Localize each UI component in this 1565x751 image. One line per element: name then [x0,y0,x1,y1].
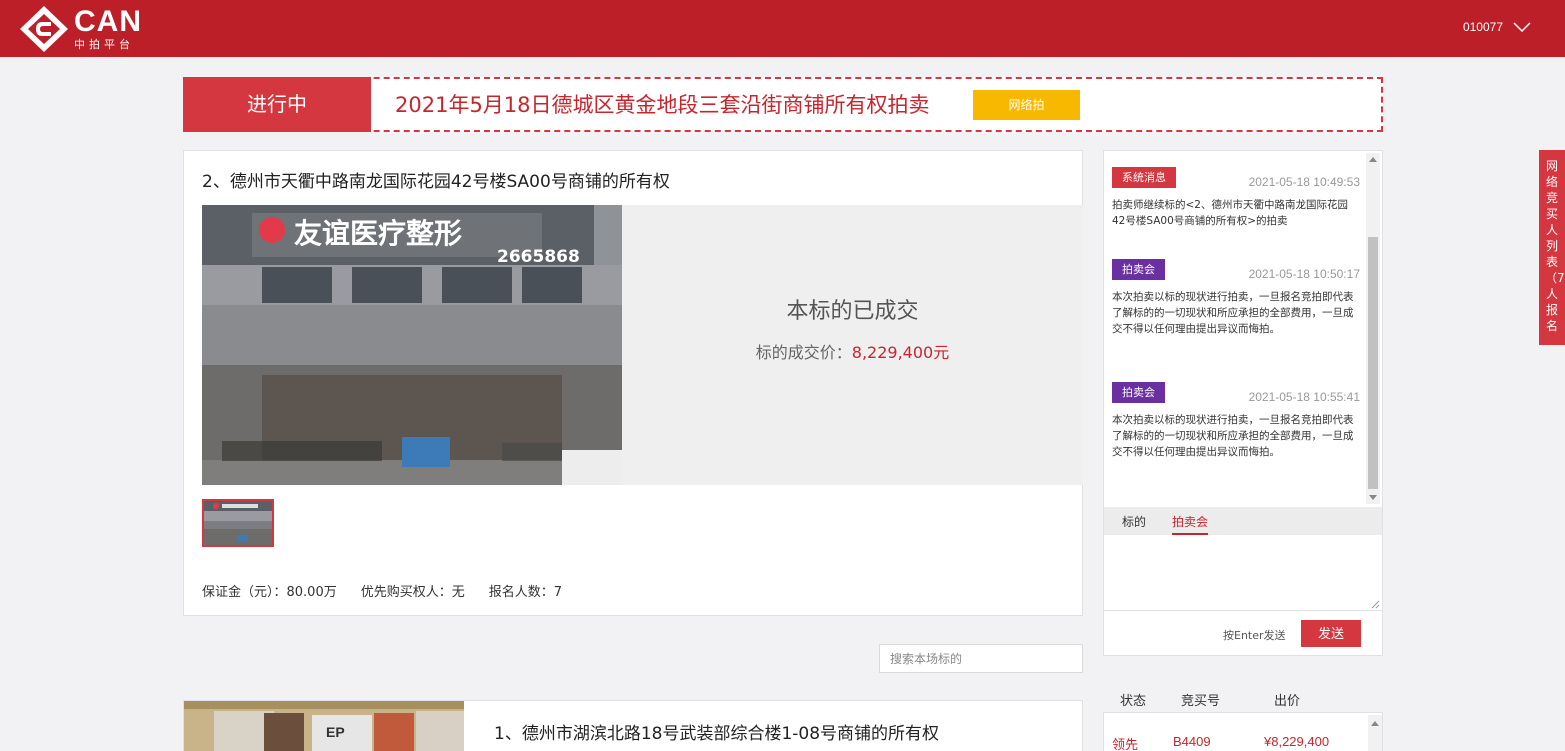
chat-message: 拍卖会 2021-05-18 10:50:17 本次拍卖以标的现状进行拍卖，一旦… [1112,259,1360,337]
scroll-up-icon[interactable] [1369,157,1377,162]
table-row: 领先 B4409 ¥8,229,400 [1104,734,1366,751]
logo-subtitle: 中拍平台 [74,38,134,51]
sold-price: 标的成交价：8,229,400元 [622,339,1083,363]
chevron-down-icon [1513,22,1531,32]
logo-mark-icon [20,6,68,52]
column-header-price: 出价 [1274,694,1301,709]
lot-search-input[interactable] [879,644,1083,673]
chat-panel: 系统消息 2021-05-18 10:49:53 拍卖师继续标的<2、德州市天衢… [1103,150,1383,656]
priority-buyer-info: 优先购买权人：无 [360,585,465,600]
message-time: 2021-05-18 10:55:41 [1248,390,1360,404]
bid-table: 领先 B4409 ¥8,229,400 [1103,712,1383,751]
message-body: 拍卖师继续标的<2、德州市天衢中路南龙国际花园42号楼SA00号商铺的所有权>的… [1112,199,1348,227]
send-button[interactable]: 发送 [1301,620,1361,647]
lot-title: 2、德州市天衢中路南龙国际花园42号楼SA00号商铺的所有权 [202,172,670,192]
side-tab-label: 网络竞买人列表（7）人报名 [1545,159,1565,333]
message-tag: 系统消息 [1112,167,1176,188]
tab-lot[interactable]: 标的 [1122,513,1146,530]
sold-title: 本标的已成交 [786,299,919,324]
scroll-up-icon[interactable] [1371,721,1379,726]
top-navbar: CAN 中拍平台 010077 [0,0,1565,57]
sold-status-panel: 本标的已成交 标的成交价：8,229,400元 [622,205,1083,485]
user-menu[interactable]: 010077 [1463,20,1531,34]
logo-text: CAN [74,5,142,38]
deposit-info: 保证金（元）：80.00万 [202,585,337,600]
chat-message: 拍卖会 2021-05-18 10:55:41 本次拍卖以标的现状进行拍卖，一旦… [1112,382,1360,460]
scroll-thumb[interactable] [1368,237,1378,489]
resize-grip-icon[interactable] [1370,599,1380,609]
svg-text:EP: EP [326,724,345,740]
lot-title: 1、德州市湖滨北路18号武装部综合楼1-08号商铺的所有权 [494,724,940,744]
sold-price-value: 8,229,400元 [851,343,950,362]
chat-tabs: 标的 拍卖会 [1104,507,1382,535]
lot-info: 保证金（元）：80.00万 优先购买权人：无 报名人数：7 [202,581,562,600]
signup-count: 报名人数：7 [488,585,563,600]
svg-text:2665868: 2665868 [497,247,580,267]
lot-photo: EP [184,701,464,751]
status-tab: 进行中 [183,77,371,132]
current-lot-card: 2、德州市天衢中路南龙国际花园42号楼SA00号商铺的所有权 友谊医疗整形 26… [183,150,1083,616]
auction-banner: 进行中 2021年5月18日德城区黄金地段三套沿街商铺所有权拍卖 网络拍 [183,77,1383,132]
message-body: 本次拍卖以标的现状进行拍卖，一旦报名竞拍即代表了解标的的一切现状和所应承担的全部… [1112,414,1354,458]
bid-status: 领先 [1112,737,1139,751]
message-time: 2021-05-18 10:49:53 [1248,175,1360,189]
lot-photo: 友谊医疗整形 2665868 [202,205,622,485]
sold-price-label: 标的成交价： [755,343,852,362]
chat-message: 系统消息 2021-05-18 10:49:53 拍卖师继续标的<2、德州市天衢… [1112,167,1360,229]
message-list: 系统消息 2021-05-18 10:49:53 拍卖师继续标的<2、德州市天衢… [1104,151,1366,506]
online-auction-badge: 网络拍 [973,90,1080,120]
svg-text:友谊医疗整形: 友谊医疗整形 [294,217,462,250]
user-id: 010077 [1462,20,1503,34]
bid-table-header: 状态 竞买号 出价 [1103,690,1383,709]
lot-card[interactable]: EP 1、德州市湖滨北路18号武装部综合楼1-08号商铺的所有权 [183,700,1083,751]
auction-title: 2021年5月18日德城区黄金地段三套沿街商铺所有权拍卖 [395,93,930,117]
bid-scrollbar[interactable] [1368,715,1382,751]
logo[interactable]: CAN 中拍平台 [18,4,158,54]
message-tag: 拍卖会 [1112,259,1165,280]
column-header-bidder: 竞买号 [1181,694,1221,709]
enter-hint: 按Enter发送 [1223,629,1286,642]
message-body: 本次拍卖以标的现状进行拍卖，一旦报名竞拍即代表了解标的的一切现状和所应承担的全部… [1112,291,1354,335]
scroll-down-icon[interactable] [1369,495,1377,500]
bid-price: ¥8,229,400 [1264,734,1330,749]
bidder-number: B4409 [1173,734,1211,749]
lot-thumbnail[interactable] [202,499,274,547]
message-tag: 拍卖会 [1112,382,1165,403]
tab-auction[interactable]: 拍卖会 [1172,513,1209,535]
chat-input[interactable] [1104,535,1382,611]
message-scrollbar[interactable] [1366,153,1380,504]
column-header-status: 状态 [1120,694,1147,709]
bidder-list-side-tab[interactable]: 网络竞买人列表（7）人报名 [1539,150,1565,345]
message-time: 2021-05-18 10:50:17 [1248,267,1360,281]
